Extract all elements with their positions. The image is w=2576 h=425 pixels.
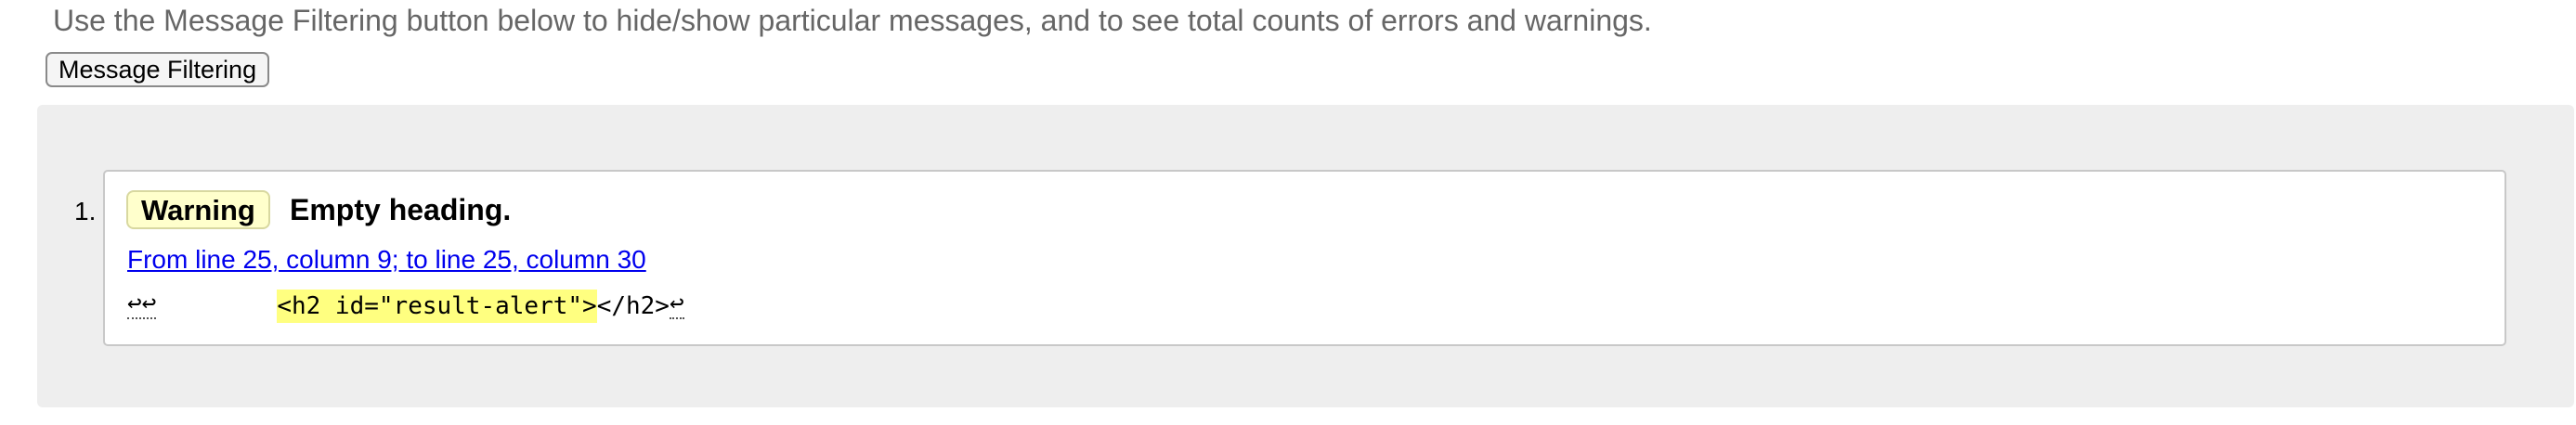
trailing-line-break-marker: ↩ <box>669 290 684 319</box>
source-extract: ↩↩ <h2 id="result-alert"></h2>↩ <box>127 290 684 323</box>
location-link[interactable]: From line 25, column 9; to line 25, colu… <box>127 243 646 277</box>
warning-badge: Warning <box>126 190 270 229</box>
highlighted-code: <h2 id="result-alert"> <box>277 290 597 323</box>
code-after-highlight: </h2> <box>596 292 670 320</box>
message-filtering-button[interactable]: Message Filtering <box>46 52 270 87</box>
line-break-marker: ↩↩ <box>127 290 157 319</box>
message-number: 1. <box>74 197 97 225</box>
message-text: Empty heading. <box>290 193 512 226</box>
filtering-instructions: Use the Message Filtering button below t… <box>53 4 1652 37</box>
